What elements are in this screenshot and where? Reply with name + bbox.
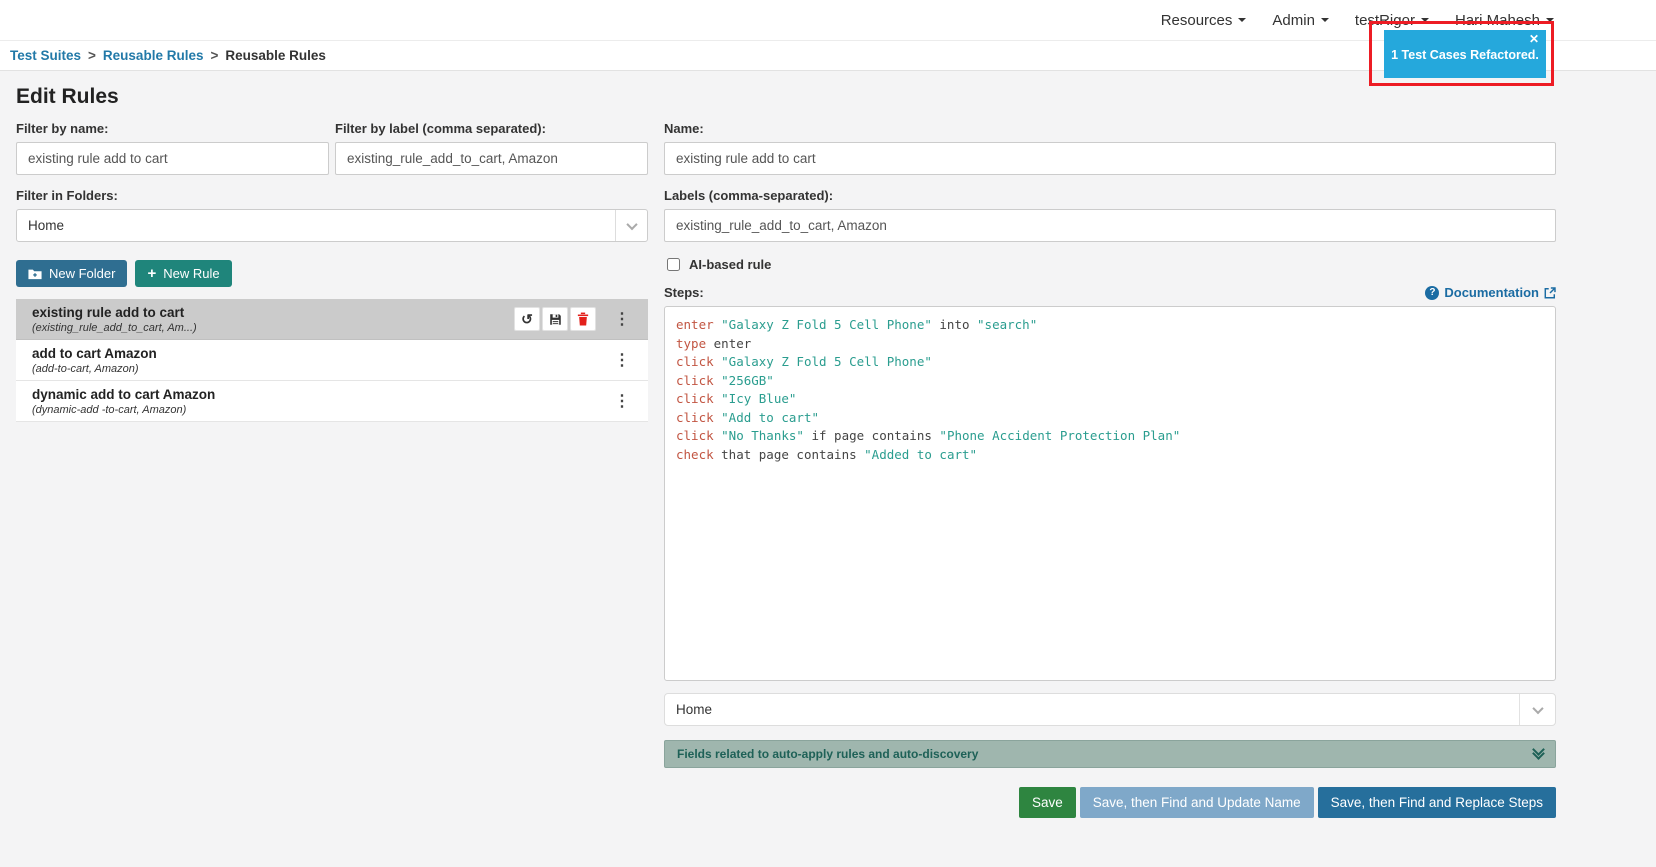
- auto-apply-fields-label: Fields related to auto-apply rules and a…: [677, 747, 978, 761]
- name-label: Name:: [664, 121, 1556, 136]
- select-arrow-zone: [615, 210, 647, 241]
- chevron-down-icon: [1321, 18, 1329, 22]
- documentation-link[interactable]: ? Documentation: [1425, 285, 1556, 300]
- question-circle-icon: ?: [1425, 286, 1439, 300]
- rule-row[interactable]: dynamic add to cart Amazon (dynamic-add …: [16, 381, 648, 422]
- filter-by-name-input[interactable]: [16, 142, 329, 175]
- toast-message: 1 Test Cases Refactored.: [1384, 48, 1546, 62]
- breadcrumb-test-suites[interactable]: Test Suites: [10, 48, 81, 63]
- kebab-menu-icon[interactable]: ⋮: [610, 350, 634, 370]
- undo-button[interactable]: ↺: [514, 307, 540, 331]
- save-find-update-name-button[interactable]: Save, then Find and Update Name: [1080, 787, 1314, 818]
- rules-browser-panel: Filter by name: Filter by label (comma s…: [16, 121, 648, 422]
- breadcrumb-separator: >: [88, 48, 96, 63]
- ai-based-rule-checkbox[interactable]: [667, 258, 680, 271]
- toast-notification: ✕ 1 Test Cases Refactored.: [1384, 30, 1546, 78]
- chevron-down-icon: [626, 218, 637, 229]
- new-folder-button[interactable]: New Folder: [16, 260, 127, 287]
- save-button[interactable]: Save: [1019, 787, 1076, 818]
- documentation-label: Documentation: [1444, 285, 1539, 300]
- rule-title: existing rule add to cart: [32, 305, 514, 320]
- page-title: Edit Rules: [16, 85, 1556, 109]
- filter-by-label-input[interactable]: [335, 142, 648, 175]
- external-link-icon: [1544, 287, 1556, 299]
- new-rule-label: New Rule: [163, 266, 219, 281]
- kebab-menu-icon[interactable]: ⋮: [610, 309, 634, 329]
- filter-folders-select[interactable]: Home: [16, 209, 648, 242]
- rule-labels: (dynamic-add -to-cart, Amazon): [32, 404, 610, 416]
- floppy-save-icon: [549, 313, 562, 326]
- toast-highlight-box: ✕ 1 Test Cases Refactored.: [1369, 21, 1554, 86]
- filter-in-folders-label: Filter in Folders:: [16, 188, 648, 203]
- rule-row[interactable]: add to cart Amazon (add-to-cart, Amazon)…: [16, 340, 648, 381]
- breadcrumb-separator: >: [210, 48, 218, 63]
- steps-label: Steps:: [664, 285, 704, 300]
- save-rule-button[interactable]: [542, 307, 568, 331]
- breadcrumb-reusable-rules[interactable]: Reusable Rules: [103, 48, 204, 63]
- kebab-menu-icon[interactable]: ⋮: [610, 391, 634, 411]
- filter-folders-value: Home: [28, 218, 64, 233]
- nav-resources-label: Resources: [1161, 12, 1233, 29]
- save-find-replace-steps-button[interactable]: Save, then Find and Replace Steps: [1318, 787, 1556, 818]
- double-chevron-down-icon: [1534, 750, 1543, 758]
- rule-row-selected[interactable]: existing rule add to cart (existing_rule…: [16, 299, 648, 340]
- delete-rule-button[interactable]: [570, 307, 596, 331]
- close-icon[interactable]: ✕: [1529, 32, 1539, 46]
- filter-by-label-label: Filter by label (comma separated):: [335, 121, 648, 136]
- steps-code-editor[interactable]: enter "Galaxy Z Fold 5 Cell Phone" into …: [664, 306, 1556, 681]
- chevron-down-icon: [1238, 18, 1246, 22]
- new-folder-label: New Folder: [49, 266, 115, 281]
- breadcrumb-current: Reusable Rules: [225, 48, 326, 63]
- rule-title: dynamic add to cart Amazon: [32, 387, 610, 402]
- main-content: Edit Rules Filter by name: Filter by lab…: [0, 85, 1656, 818]
- new-rule-button[interactable]: + New Rule: [135, 260, 231, 287]
- folder-plus-icon: [28, 268, 42, 280]
- steps-code: enter "Galaxy Z Fold 5 Cell Phone" into …: [676, 316, 1544, 464]
- rule-labels: (add-to-cart, Amazon): [32, 363, 610, 375]
- nav-admin-label: Admin: [1272, 12, 1315, 29]
- ai-based-rule-label: AI-based rule: [689, 257, 771, 272]
- filter-by-name-label: Filter by name:: [16, 121, 329, 136]
- rule-folder-value: Home: [676, 702, 712, 717]
- select-arrow-zone: [1519, 694, 1555, 725]
- rule-editor-panel: Name: Labels (comma-separated): AI-based…: [664, 121, 1556, 818]
- rule-name-input[interactable]: [664, 142, 1556, 175]
- rules-list: existing rule add to cart (existing_rule…: [16, 299, 648, 422]
- labels-label: Labels (comma-separated):: [664, 188, 1556, 203]
- rule-folder-select[interactable]: Home: [664, 693, 1556, 726]
- rule-labels: (existing_rule_add_to_cart, Am...): [32, 322, 514, 334]
- chevron-down-icon: [1532, 702, 1543, 713]
- auto-apply-fields-toggle[interactable]: Fields related to auto-apply rules and a…: [664, 740, 1556, 768]
- undo-icon: ↺: [521, 312, 533, 326]
- plus-icon: +: [147, 266, 156, 281]
- rule-labels-input[interactable]: [664, 209, 1556, 242]
- rule-title: add to cart Amazon: [32, 346, 610, 361]
- nav-resources[interactable]: Resources: [1161, 12, 1247, 29]
- nav-admin[interactable]: Admin: [1272, 12, 1329, 29]
- trash-icon: [577, 312, 589, 326]
